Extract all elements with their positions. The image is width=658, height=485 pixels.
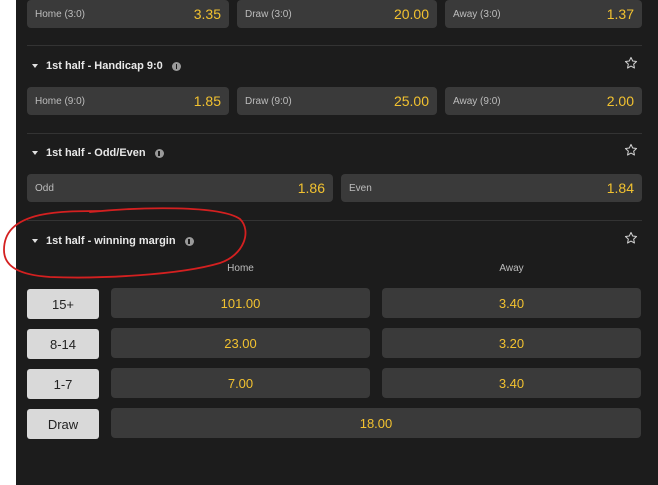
odd-value: 20.00 — [393, 6, 429, 22]
betting-markets-panel: Home (3:0) 3.35 Draw (3:0) 20.00 Away (3… — [16, 0, 658, 485]
chevron-down-icon — [32, 151, 38, 155]
section-title: 1st half - Handicap 9:0 — [46, 60, 163, 72]
odd-button-even[interactable]: Even 1.84 — [341, 174, 642, 202]
handicap-3-0-odds-row: Home (3:0) 3.35 Draw (3:0) 20.00 Away (3… — [27, 0, 642, 28]
star-icon[interactable] — [624, 56, 638, 70]
odd-button-home-15-plus[interactable]: 101.00 — [111, 288, 370, 318]
section-title: 1st half - winning margin — [46, 235, 176, 247]
odd-value: 1.84 — [606, 180, 634, 196]
star-icon[interactable] — [624, 143, 638, 157]
odd-button-away-15-plus[interactable]: 3.40 — [382, 288, 641, 318]
info-icon[interactable] — [184, 236, 194, 246]
odd-value: 1.85 — [193, 93, 221, 109]
odd-button-draw-3-0[interactable]: Draw (3:0) 20.00 — [237, 0, 437, 28]
margin-label-8-14: 8-14 — [27, 329, 99, 359]
section-divider — [27, 133, 642, 134]
section-divider — [27, 45, 642, 46]
section-title: 1st half - Odd/Even — [46, 147, 146, 159]
chevron-down-icon — [32, 64, 38, 68]
odd-label: Home (3:0) — [35, 8, 86, 20]
odd-value: 3.35 — [193, 6, 221, 22]
odd-button-home-8-14[interactable]: 23.00 — [111, 328, 370, 358]
odd-label: Away (3:0) — [453, 8, 501, 20]
odd-button-home-9-0[interactable]: Home (9:0) 1.85 — [27, 87, 229, 115]
star-icon[interactable] — [624, 231, 638, 245]
odd-even-odds-row: Odd 1.86 Even 1.84 — [27, 174, 642, 202]
odd-label: Odd — [35, 182, 54, 194]
column-header-away: Away — [499, 263, 524, 274]
odd-label: Draw (3:0) — [245, 8, 292, 20]
section-header-odd-even[interactable]: 1st half - Odd/Even — [27, 141, 642, 165]
margin-label-15-plus: 15+ — [27, 289, 99, 319]
odd-label: Home (9:0) — [35, 95, 86, 107]
odd-label: Draw (9:0) — [245, 95, 292, 107]
odd-button-away-1-7[interactable]: 3.40 — [382, 368, 641, 398]
odd-value: 25.00 — [393, 93, 429, 109]
odd-button-away-9-0[interactable]: Away (9:0) 2.00 — [445, 87, 642, 115]
section-header-handicap[interactable]: 1st half - Handicap 9:0 — [27, 54, 642, 78]
odd-button-home-1-7[interactable]: 7.00 — [111, 368, 370, 398]
margin-label-draw: Draw — [27, 409, 99, 439]
margin-label-1-7: 1-7 — [27, 369, 99, 399]
odd-button-odd[interactable]: Odd 1.86 — [27, 174, 333, 202]
handicap-9-0-odds-row: Home (9:0) 1.85 Draw (9:0) 25.00 Away (9… — [27, 87, 642, 115]
odd-button-draw-9-0[interactable]: Draw (9:0) 25.00 — [237, 87, 437, 115]
odd-button-draw[interactable]: 18.00 — [111, 408, 641, 438]
chevron-down-icon — [32, 239, 38, 243]
odd-button-home-3-0[interactable]: Home (3:0) 3.35 — [27, 0, 229, 28]
odd-value: 1.37 — [606, 6, 634, 22]
odd-value: 2.00 — [606, 93, 634, 109]
column-header-home: Home — [227, 263, 254, 274]
section-header-winning-margin[interactable]: 1st half - winning margin — [27, 229, 642, 253]
odd-value: 1.86 — [297, 180, 325, 196]
odd-label: Away (9:0) — [453, 95, 501, 107]
section-divider — [27, 220, 642, 221]
odd-label: Even — [349, 182, 372, 194]
odd-button-away-3-0[interactable]: Away (3:0) 1.37 — [445, 0, 642, 28]
info-icon[interactable] — [154, 148, 164, 158]
info-icon[interactable] — [171, 61, 181, 71]
odd-button-away-8-14[interactable]: 3.20 — [382, 328, 641, 358]
